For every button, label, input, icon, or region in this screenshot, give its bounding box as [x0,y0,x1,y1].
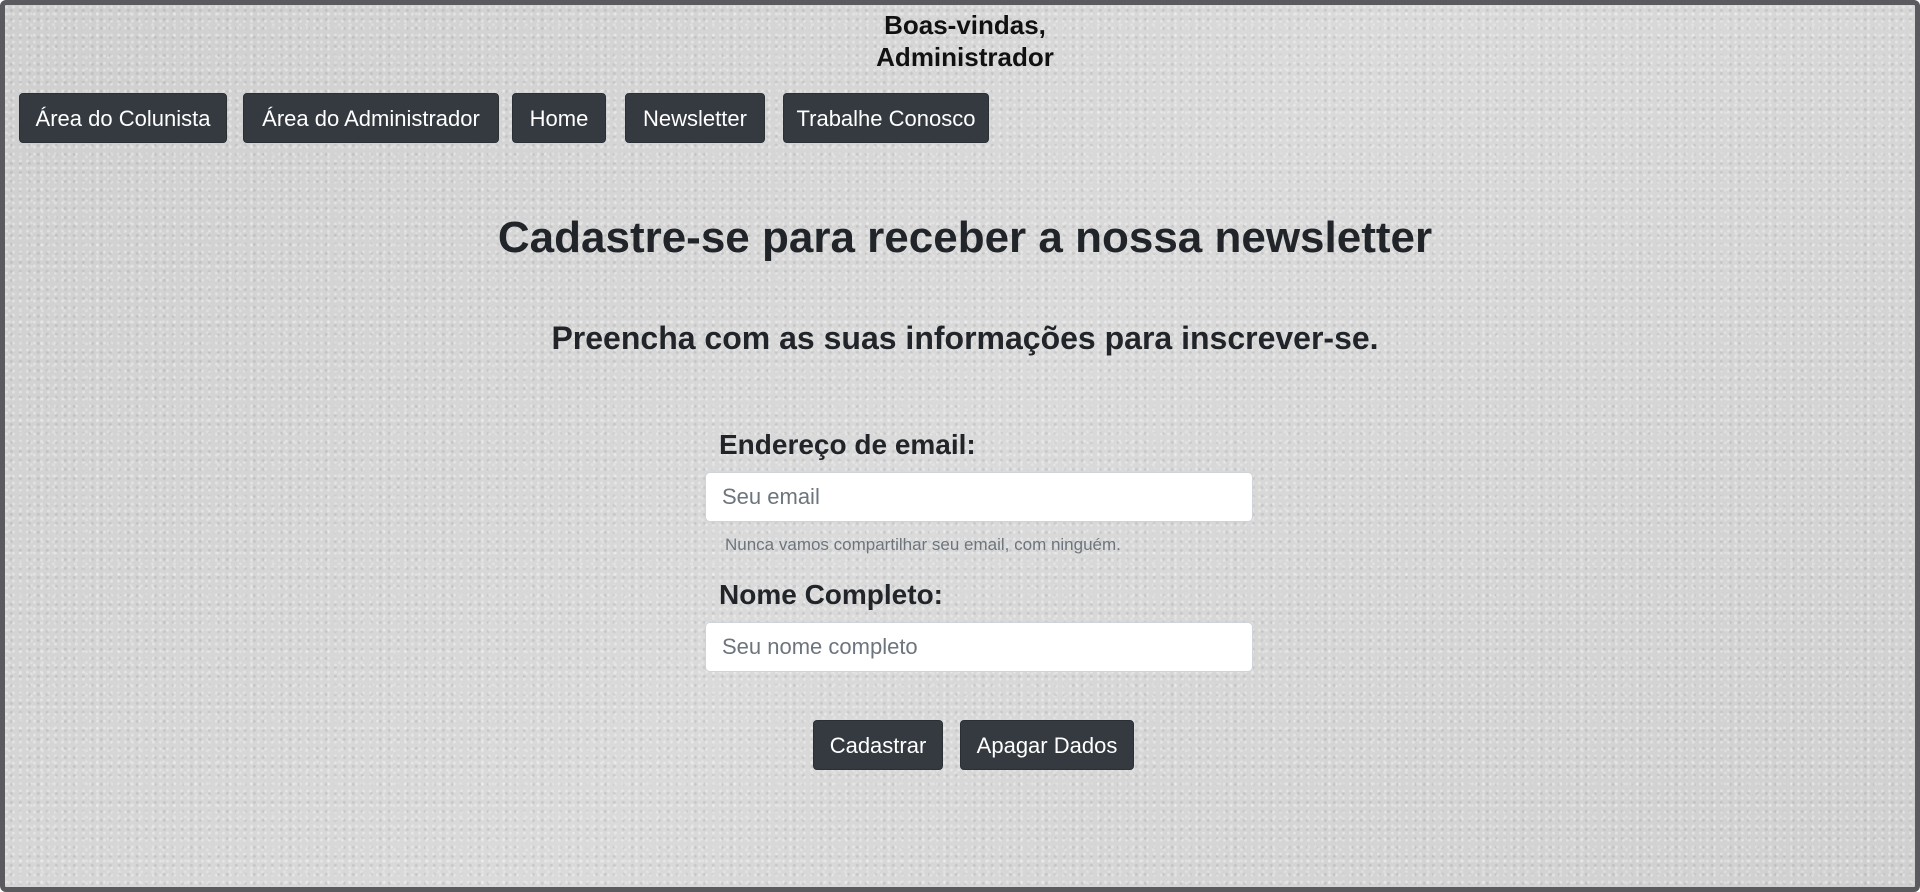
full-name-label: Nome Completo: [719,579,943,610]
welcome-greeting: Boas-vindas, [884,10,1046,40]
page-subtitle: Preencha com as suas informações para in… [551,320,1379,356]
nav-columnist-area-button[interactable]: Área do Colunista [19,93,227,143]
welcome-header: Boas-vindas, Administrador [5,9,1920,73]
full-name-field[interactable] [705,622,1253,672]
page-frame: Boas-vindas, Administrador Área do Colun… [0,0,1920,892]
email-help-text: Nunca vamos compartilhar seu email, com … [725,535,1121,554]
submit-button[interactable]: Cadastrar [813,720,943,770]
email-field[interactable] [705,472,1253,522]
email-label: Endereço de email: [719,429,976,460]
nav-newsletter-button[interactable]: Newsletter [625,93,765,143]
nav-home-button[interactable]: Home [512,93,606,143]
page-title: Cadastre-se para receber a nossa newslet… [497,213,1433,262]
welcome-username: Administrador [876,42,1054,72]
nav-careers-button[interactable]: Trabalhe Conosco [783,93,989,143]
nav-admin-area-button[interactable]: Área do Administrador [243,93,499,143]
clear-button[interactable]: Apagar Dados [960,720,1134,770]
